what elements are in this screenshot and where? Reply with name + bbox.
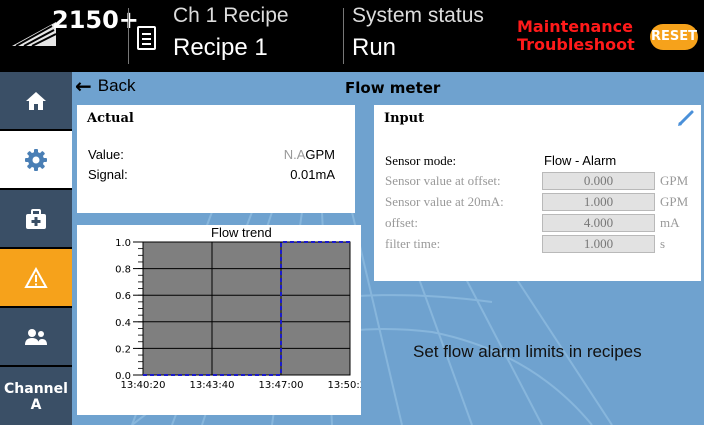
edit-pencil-icon[interactable] — [677, 109, 695, 127]
signal-label: Signal: — [88, 167, 128, 182]
value-readout: N.AGPM — [284, 147, 335, 162]
sidebar-item-toolbox[interactable] — [0, 190, 72, 247]
back-button[interactable]: ← Back — [75, 76, 136, 96]
input-row-label: offset: — [385, 215, 418, 230]
sidebar-item-users[interactable] — [0, 308, 72, 365]
input-card: Input Sensor mode: Flow - Alarm Sensor v… — [374, 105, 701, 281]
header-divider — [343, 8, 344, 64]
chart-title: Flow trend — [211, 225, 272, 240]
page-title: Flow meter — [345, 79, 441, 97]
maintenance-alert[interactable]: Maintenance Troubleshoot — [517, 18, 635, 54]
y-tick-label: 0.2 — [115, 344, 131, 355]
y-tick-label: 0.6 — [115, 291, 131, 302]
y-tick-label: 1.0 — [115, 238, 131, 249]
input-row-unit: GPM — [660, 194, 689, 209]
gear-icon — [25, 148, 47, 171]
recipe-title: Ch 1 Recipe — [173, 4, 289, 27]
back-arrow-icon: ← — [75, 74, 92, 98]
channel-value: A — [30, 396, 42, 413]
input-row-unit: mA — [660, 215, 680, 230]
actual-title: Actual — [87, 111, 134, 126]
input-row-label: filter time: — [385, 236, 441, 251]
filter-time-field[interactable]: 1.000 — [542, 235, 655, 253]
toolbox-icon — [26, 208, 46, 229]
recipe-name[interactable]: Recipe 1 — [173, 34, 268, 62]
model-number: 2150+ — [52, 6, 139, 34]
flow-trend-card: Flow trend 13:40:20 13:43:40 13:47:00 13:50… — [77, 225, 372, 415]
sidebar-item-settings[interactable] — [0, 131, 72, 188]
y-tick-label: 0.8 — [115, 265, 131, 276]
signal-value: 0.01mA — [290, 167, 335, 182]
maintenance-label: Maintenance — [517, 17, 634, 36]
sensor-mode-value: Flow - Alarm — [544, 153, 617, 168]
header-bar: 2150+ Ch 1 Recipe Recipe 1 System status… — [0, 0, 704, 72]
y-tick-label: 0.0 — [115, 371, 131, 382]
recipe-document-icon[interactable] — [137, 26, 156, 50]
y-tick-label: 0.4 — [115, 318, 131, 329]
troubleshoot-label: Troubleshoot — [517, 35, 635, 54]
header-divider — [128, 8, 129, 64]
actual-card: Actual Value: N.AGPM Signal: 0.01mA — [77, 105, 355, 213]
flow-trend-chart: 13:40:2013:43:4013:47:0013:50:200.00.20.… — [115, 238, 372, 391]
x-tick-label: 13:50:20 — [328, 380, 361, 391]
input-row-label: Sensor value at offset: — [385, 173, 501, 188]
input-title: Input — [384, 111, 425, 126]
sensor-offset-field[interactable]: 0.000 — [542, 172, 655, 190]
value-unit: GPM — [305, 147, 335, 162]
system-status-value: Run — [352, 34, 397, 61]
input-row-unit: GPM — [660, 173, 689, 188]
system-status-title: System status — [352, 4, 484, 27]
x-tick-label: 13:43:40 — [190, 380, 235, 391]
warning-icon — [24, 266, 48, 288]
input-row-label: Sensor value at 20mA: — [385, 194, 504, 209]
offset-field[interactable]: 4.000 — [542, 214, 655, 232]
sidebar-item-home[interactable] — [0, 72, 72, 129]
main-panel: ← Back Flow meter Actual Value: N.AGPM S… — [72, 72, 704, 425]
channel-selector[interactable]: Channel A — [0, 368, 72, 425]
users-icon — [25, 328, 47, 345]
sensor-mode-label: Sensor mode: — [385, 153, 457, 168]
value-na: N.A — [283, 147, 306, 162]
reset-button[interactable]: RESET — [650, 24, 698, 50]
alarm-limits-hint: Set flow alarm limits in recipes — [413, 342, 642, 361]
sensor-20ma-field[interactable]: 1.000 — [542, 193, 655, 211]
plot-area — [142, 241, 351, 376]
input-row-unit: s — [660, 236, 666, 251]
back-label: Back — [97, 76, 136, 95]
value-label: Value: — [88, 147, 124, 162]
sidebar: Channel A — [0, 72, 72, 425]
sidebar-item-alarms[interactable] — [0, 249, 72, 306]
x-tick-label: 13:47:00 — [259, 380, 304, 391]
channel-label: Channel — [4, 380, 68, 397]
home-icon — [26, 91, 46, 110]
sidebar-divider — [0, 365, 72, 367]
